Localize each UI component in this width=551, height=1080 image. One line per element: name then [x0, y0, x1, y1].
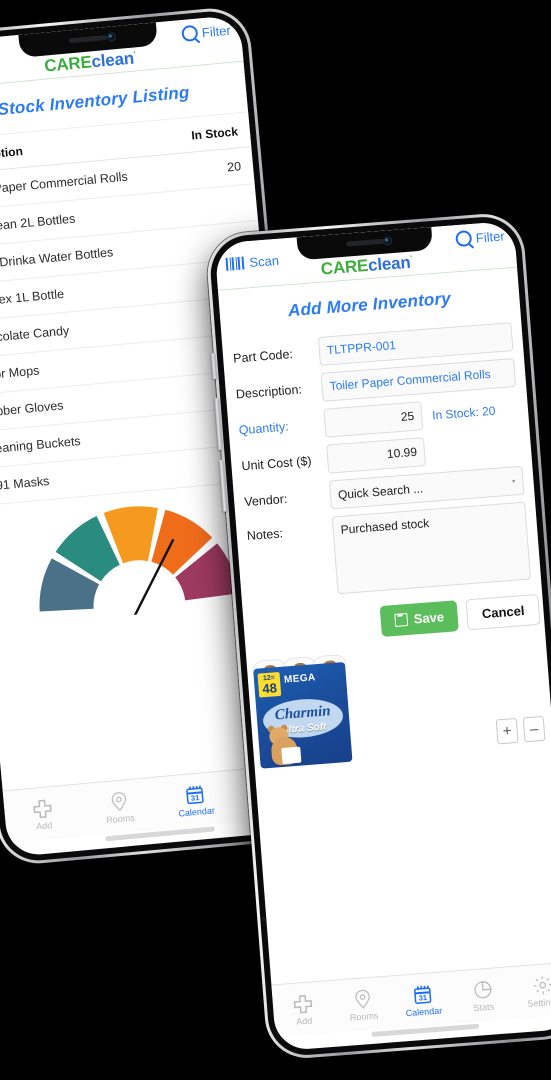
logo-care: CARE: [43, 52, 93, 76]
bottom-tab-bar[interactable]: Add Rooms 31 Calendar Stats Settings: [271, 961, 551, 1038]
filter-button[interactable]: Filter: [455, 227, 506, 248]
logo-tick: ': [133, 49, 136, 59]
row-description: Chocolate Candy: [0, 323, 70, 347]
row-description: Toiler Paper Commercial Rolls: [0, 169, 129, 199]
product-image-area: 12= 48 MEGA Charmin Ultra Soft + –: [246, 634, 551, 769]
tab-rooms[interactable]: Rooms: [332, 986, 394, 1024]
notes-label: Notes:: [246, 526, 284, 544]
chevron-down-icon: ▾: [511, 477, 516, 486]
product-image-charmin: 12= 48 MEGA Charmin Ultra Soft: [252, 653, 353, 769]
cancel-button[interactable]: Cancel: [465, 593, 541, 631]
bear-mascot-icon: [266, 724, 303, 766]
save-label: Save: [413, 609, 445, 627]
filter-label: Filter: [475, 227, 506, 246]
row-description: Floor Mops: [0, 363, 40, 384]
gear-icon: [511, 972, 551, 999]
tab-rooms[interactable]: Rooms: [80, 787, 159, 827]
column-header-description: Description: [0, 144, 24, 164]
svg-text:31: 31: [418, 993, 427, 1003]
floppy-disk-icon: [394, 612, 409, 627]
row-description: Rubber Gloves: [0, 398, 64, 420]
row-in-stock: [244, 196, 245, 210]
vendor-value: Quick Search ...: [337, 480, 424, 502]
tab-stats[interactable]: Stats: [452, 977, 514, 1015]
mega-label: MEGA: [283, 672, 316, 686]
tab-calendar[interactable]: 31 Calendar: [156, 780, 235, 820]
unit-cost-label: Unit Cost ($): [240, 453, 312, 473]
badge-bottom: 48: [261, 680, 278, 697]
logo-tick: ': [409, 253, 413, 264]
svg-text:31: 31: [191, 793, 200, 803]
logo-clean: clean: [90, 48, 135, 72]
product-pack-body: 12= 48 MEGA Charmin Ultra Soft: [253, 661, 353, 769]
pie-chart-icon: [452, 977, 514, 1004]
plus-icon: [272, 990, 334, 1017]
column-header-in-stock: In Stock: [190, 124, 239, 143]
count-badge: 12= 48: [257, 671, 282, 698]
row-description: Mr. Clean 2L Bottles: [0, 211, 76, 236]
row-in-stock: 20: [226, 159, 242, 175]
zoom-in-button[interactable]: +: [495, 717, 519, 745]
logo-clean: clean: [367, 252, 412, 275]
notes-textarea[interactable]: Purchased stock: [331, 501, 532, 595]
filter-label: Filter: [201, 22, 232, 40]
tab-add[interactable]: Add: [272, 990, 334, 1028]
earpiece-speaker: [345, 238, 384, 247]
image-zoom-stepper: + –: [495, 715, 546, 745]
save-button[interactable]: Save: [379, 600, 460, 637]
row-description: N91 Masks: [0, 473, 50, 494]
zoom-out-button[interactable]: –: [522, 715, 546, 743]
front-camera-icon: [383, 236, 393, 246]
search-icon: [455, 229, 473, 248]
screenshot-stage: Scan Filter CAREclean' Stock Inventory L…: [0, 0, 551, 1080]
tissue-square: [281, 746, 302, 765]
quantity-input[interactable]: 25: [323, 401, 424, 438]
part-code-label: Part Code:: [232, 346, 294, 366]
tab-calendar[interactable]: 31 Calendar: [392, 981, 454, 1019]
gauge-svg: [39, 506, 239, 620]
unit-cost-input[interactable]: 10.99: [326, 437, 427, 474]
row-description: Windex 1L Bottle: [0, 286, 65, 310]
in-stock-value: In Stock: 20: [431, 403, 496, 422]
tab-settings[interactable]: Settings: [511, 972, 551, 1010]
row-description: Cleaning Buckets: [0, 433, 82, 457]
form-row-notes: Notes: Purchased stock: [246, 501, 532, 601]
description-label: Description:: [235, 381, 303, 401]
map-pin-icon: [332, 986, 394, 1013]
calendar-icon: 31: [392, 981, 454, 1008]
filter-button[interactable]: Filter: [181, 22, 232, 43]
front-phone-device: Scan Filter CAREclean' Add More Inventor…: [204, 211, 551, 1061]
row-description: Aqua Drinka Water Bottles: [0, 245, 114, 272]
search-icon: [181, 24, 199, 43]
vendor-label: Vendor:: [243, 491, 288, 509]
cancel-label: Cancel: [481, 603, 526, 622]
earpiece-speaker: [68, 34, 107, 44]
tab-add[interactable]: Add: [4, 794, 83, 834]
quantity-label: Quantity:: [238, 419, 290, 437]
front-camera-icon: [106, 32, 117, 42]
logo-care: CARE: [320, 256, 369, 279]
inventory-form: Part Code: TLTPPR-001 Description: Toile…: [222, 317, 541, 601]
